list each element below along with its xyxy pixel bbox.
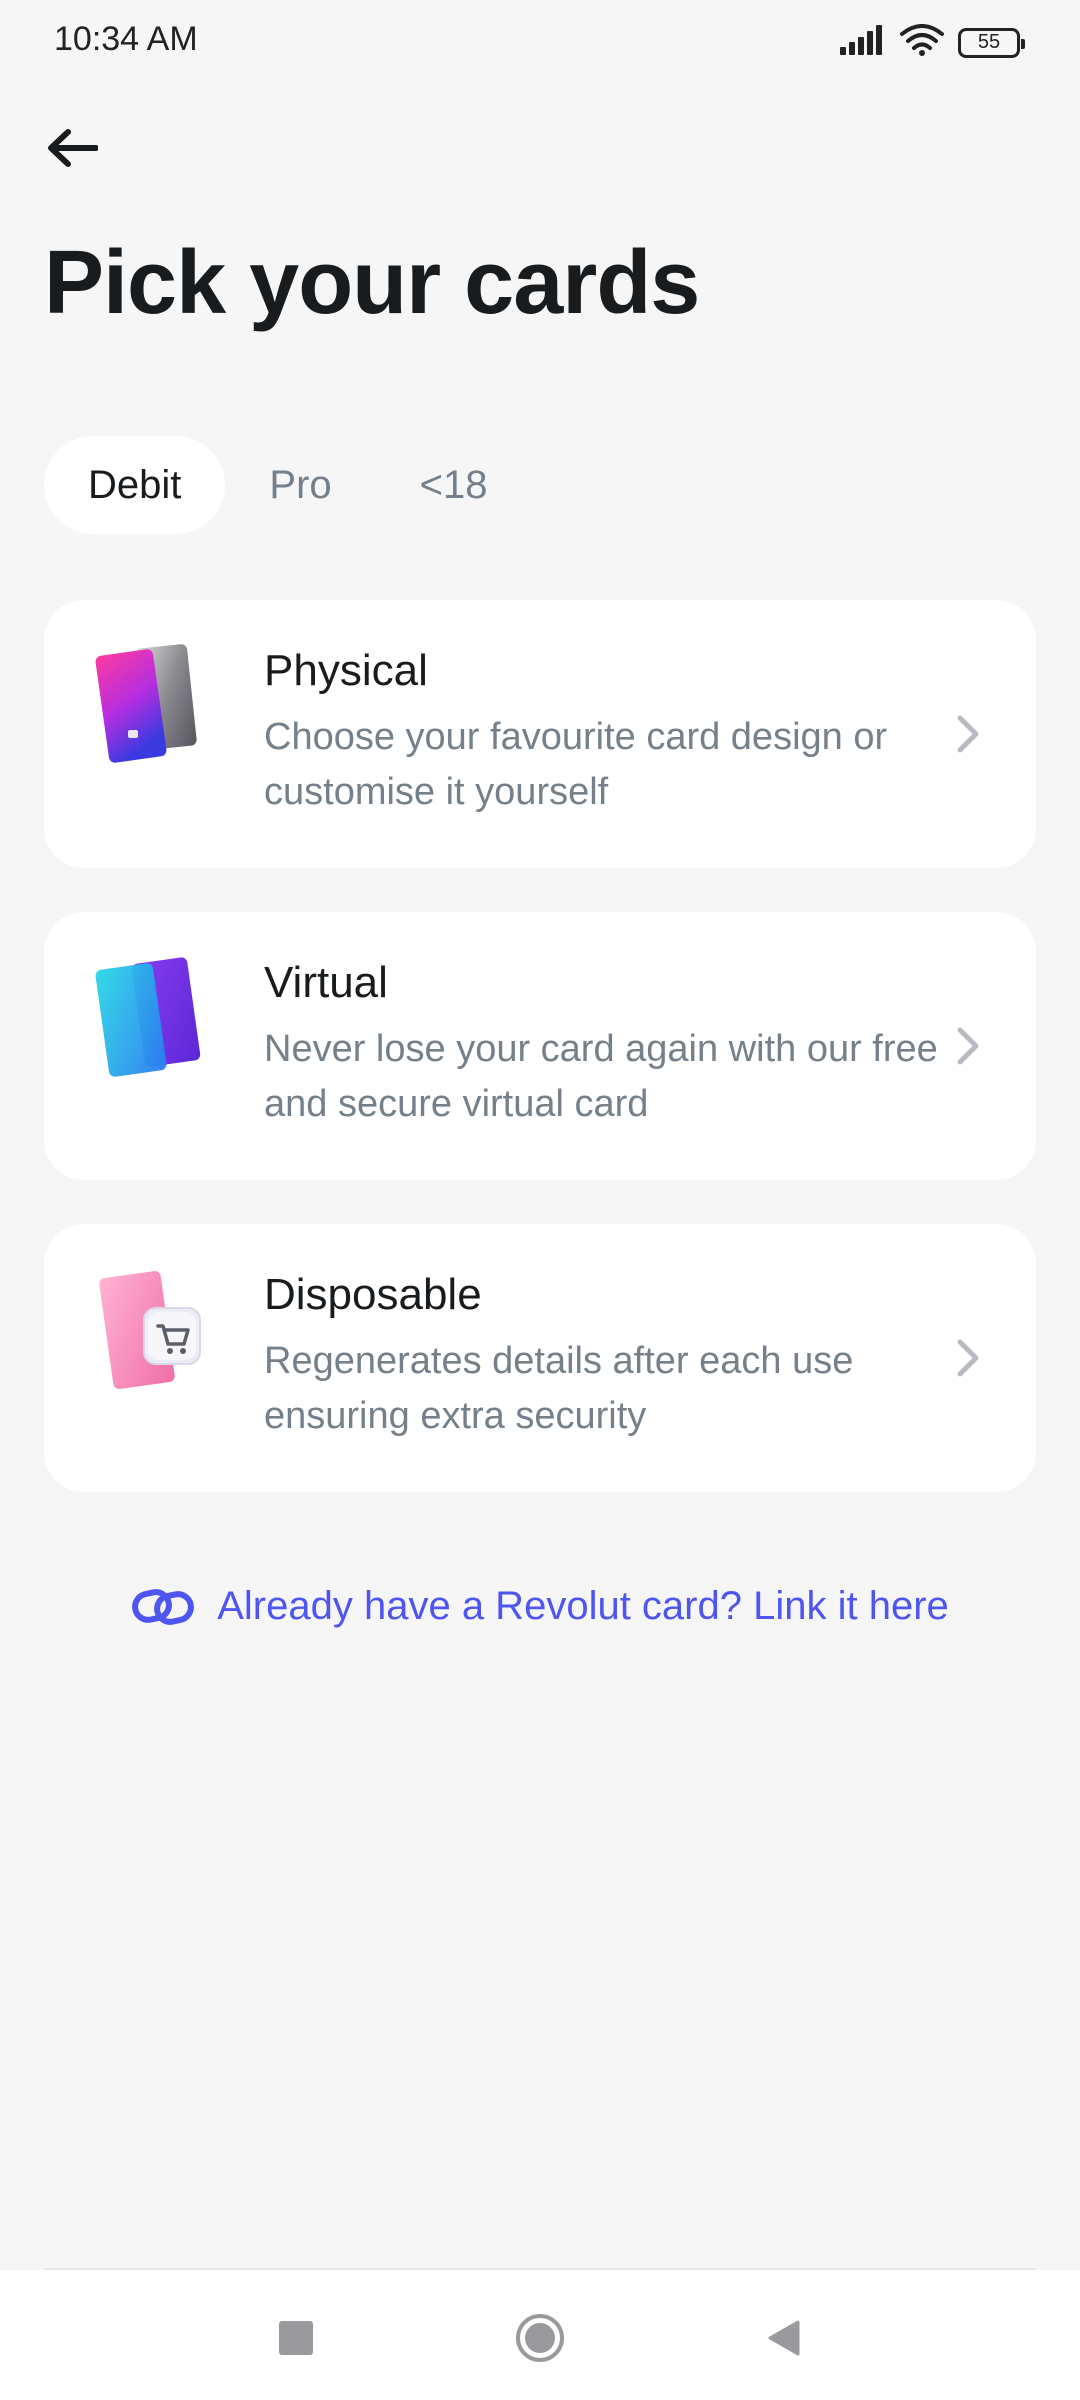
- back-triangle-icon: [768, 2320, 800, 2356]
- virtual-cards-icon: [95, 957, 201, 1077]
- card-option-title: Disposable: [264, 1270, 482, 1319]
- recents-square-icon: [279, 2321, 313, 2355]
- physical-card-option[interactable]: Physical Choose your favourite card desi…: [44, 600, 1036, 868]
- recents-button[interactable]: [268, 2310, 324, 2366]
- disposable-card-option[interactable]: Disposable Regenerates details after eac…: [44, 1224, 1036, 1492]
- status-time: 10:34 AM: [54, 20, 198, 58]
- system-navigation-bar: [0, 2270, 1080, 2400]
- card-option-description: Never lose your card again with our free…: [264, 1028, 938, 1125]
- card-option-description: Choose your favourite card design or cus…: [264, 716, 888, 813]
- link-icon: [132, 1588, 195, 1625]
- status-bar: 10:34 AM 55: [0, 0, 1080, 84]
- link-existing-card-button[interactable]: Already have a Revolut card? Link it her…: [0, 1584, 1080, 1629]
- wifi-icon: [900, 24, 944, 61]
- disposable-card-icon: [99, 1271, 201, 1389]
- chevron-right-icon: [957, 1027, 979, 1065]
- signal-icon: [838, 25, 886, 60]
- status-icons: 55: [838, 24, 1025, 61]
- battery-level: 55: [977, 31, 1001, 53]
- chevron-right-icon: [957, 715, 979, 753]
- card-option-title: Physical: [264, 646, 428, 695]
- tab-under-18[interactable]: <18: [376, 436, 532, 534]
- card-option-title: Virtual: [264, 958, 388, 1007]
- back-arrow-icon: [48, 129, 98, 167]
- tab-pro[interactable]: Pro: [225, 436, 375, 534]
- battery-icon: 55: [958, 27, 1025, 58]
- chevron-right-icon: [957, 1339, 979, 1377]
- tab-debit[interactable]: Debit: [44, 436, 226, 534]
- card-option-description: Regenerates details after each use ensur…: [264, 1340, 854, 1437]
- link-existing-card-label: Already have a Revolut card? Link it her…: [217, 1584, 949, 1628]
- home-circle-icon: [516, 2314, 564, 2362]
- page-title: Pick your cards: [44, 233, 700, 333]
- virtual-card-option[interactable]: Virtual Never lose your card again with …: [44, 912, 1036, 1180]
- back-button[interactable]: [36, 112, 108, 184]
- home-button[interactable]: [512, 2310, 568, 2366]
- card-type-tabs: Debit Pro <18: [44, 436, 532, 534]
- physical-cards-icon: [95, 644, 197, 763]
- system-back-button[interactable]: [756, 2310, 812, 2366]
